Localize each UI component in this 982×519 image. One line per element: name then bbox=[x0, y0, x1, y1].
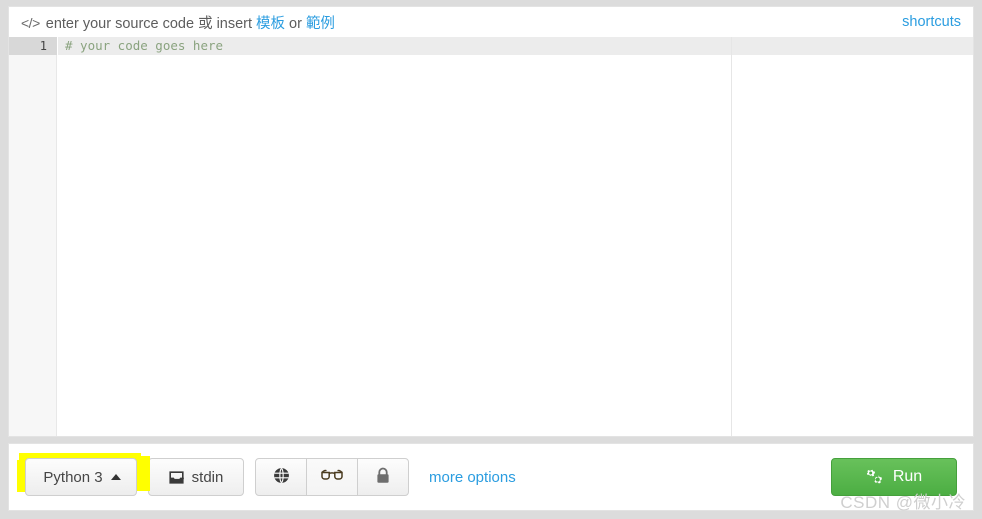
private-visibility-button[interactable] bbox=[357, 458, 409, 496]
inbox-icon bbox=[169, 470, 184, 484]
editor-header-bar: </> enter your source code 或 insert 模板 o… bbox=[8, 6, 974, 37]
header-insert-text: insert bbox=[216, 15, 253, 32]
header-or-text: or bbox=[289, 15, 302, 32]
gears-icon bbox=[866, 469, 885, 486]
header-cjk-or: 或 bbox=[198, 15, 213, 32]
run-label: Run bbox=[892, 468, 923, 485]
header-prompt: </> enter your source code 或 insert 模板 o… bbox=[21, 12, 335, 33]
line-number-gutter: 1 bbox=[9, 37, 57, 436]
public-visibility-button[interactable] bbox=[255, 458, 307, 496]
more-options-link[interactable]: more options bbox=[429, 469, 516, 486]
lock-icon bbox=[376, 467, 390, 488]
visibility-button-group bbox=[255, 458, 409, 496]
example-link[interactable]: 範例 bbox=[306, 12, 335, 33]
language-selector-button[interactable]: Python 3 bbox=[25, 458, 137, 496]
secret-visibility-button[interactable] bbox=[306, 458, 358, 496]
stdin-button[interactable]: stdin bbox=[148, 458, 244, 496]
code-editor[interactable]: 1 # your code goes here bbox=[8, 37, 974, 437]
stdin-label: stdin bbox=[191, 468, 224, 486]
caret-up-icon bbox=[110, 474, 121, 480]
language-label: Python 3 bbox=[43, 468, 103, 486]
template-link[interactable]: 模板 bbox=[256, 12, 285, 33]
code-line-1: # your code goes here bbox=[65, 38, 224, 53]
globe-icon bbox=[273, 467, 290, 488]
ideone-editor-page: </> enter your source code 或 insert 模板 o… bbox=[0, 0, 982, 519]
header-prompt-text: enter your source code bbox=[45, 15, 195, 32]
code-text-area[interactable]: # your code goes here bbox=[58, 37, 973, 436]
glasses-icon bbox=[320, 468, 344, 486]
line-number: 1 bbox=[39, 39, 47, 53]
watermark-text: CSDN @微小冷 bbox=[840, 493, 966, 512]
code-brackets-icon: </> bbox=[21, 14, 40, 31]
shortcuts-link[interactable]: shortcuts bbox=[902, 14, 961, 30]
print-margin-ruler bbox=[731, 37, 732, 436]
editor-toolbar: Python 3 stdin more options Run bbox=[8, 443, 974, 511]
